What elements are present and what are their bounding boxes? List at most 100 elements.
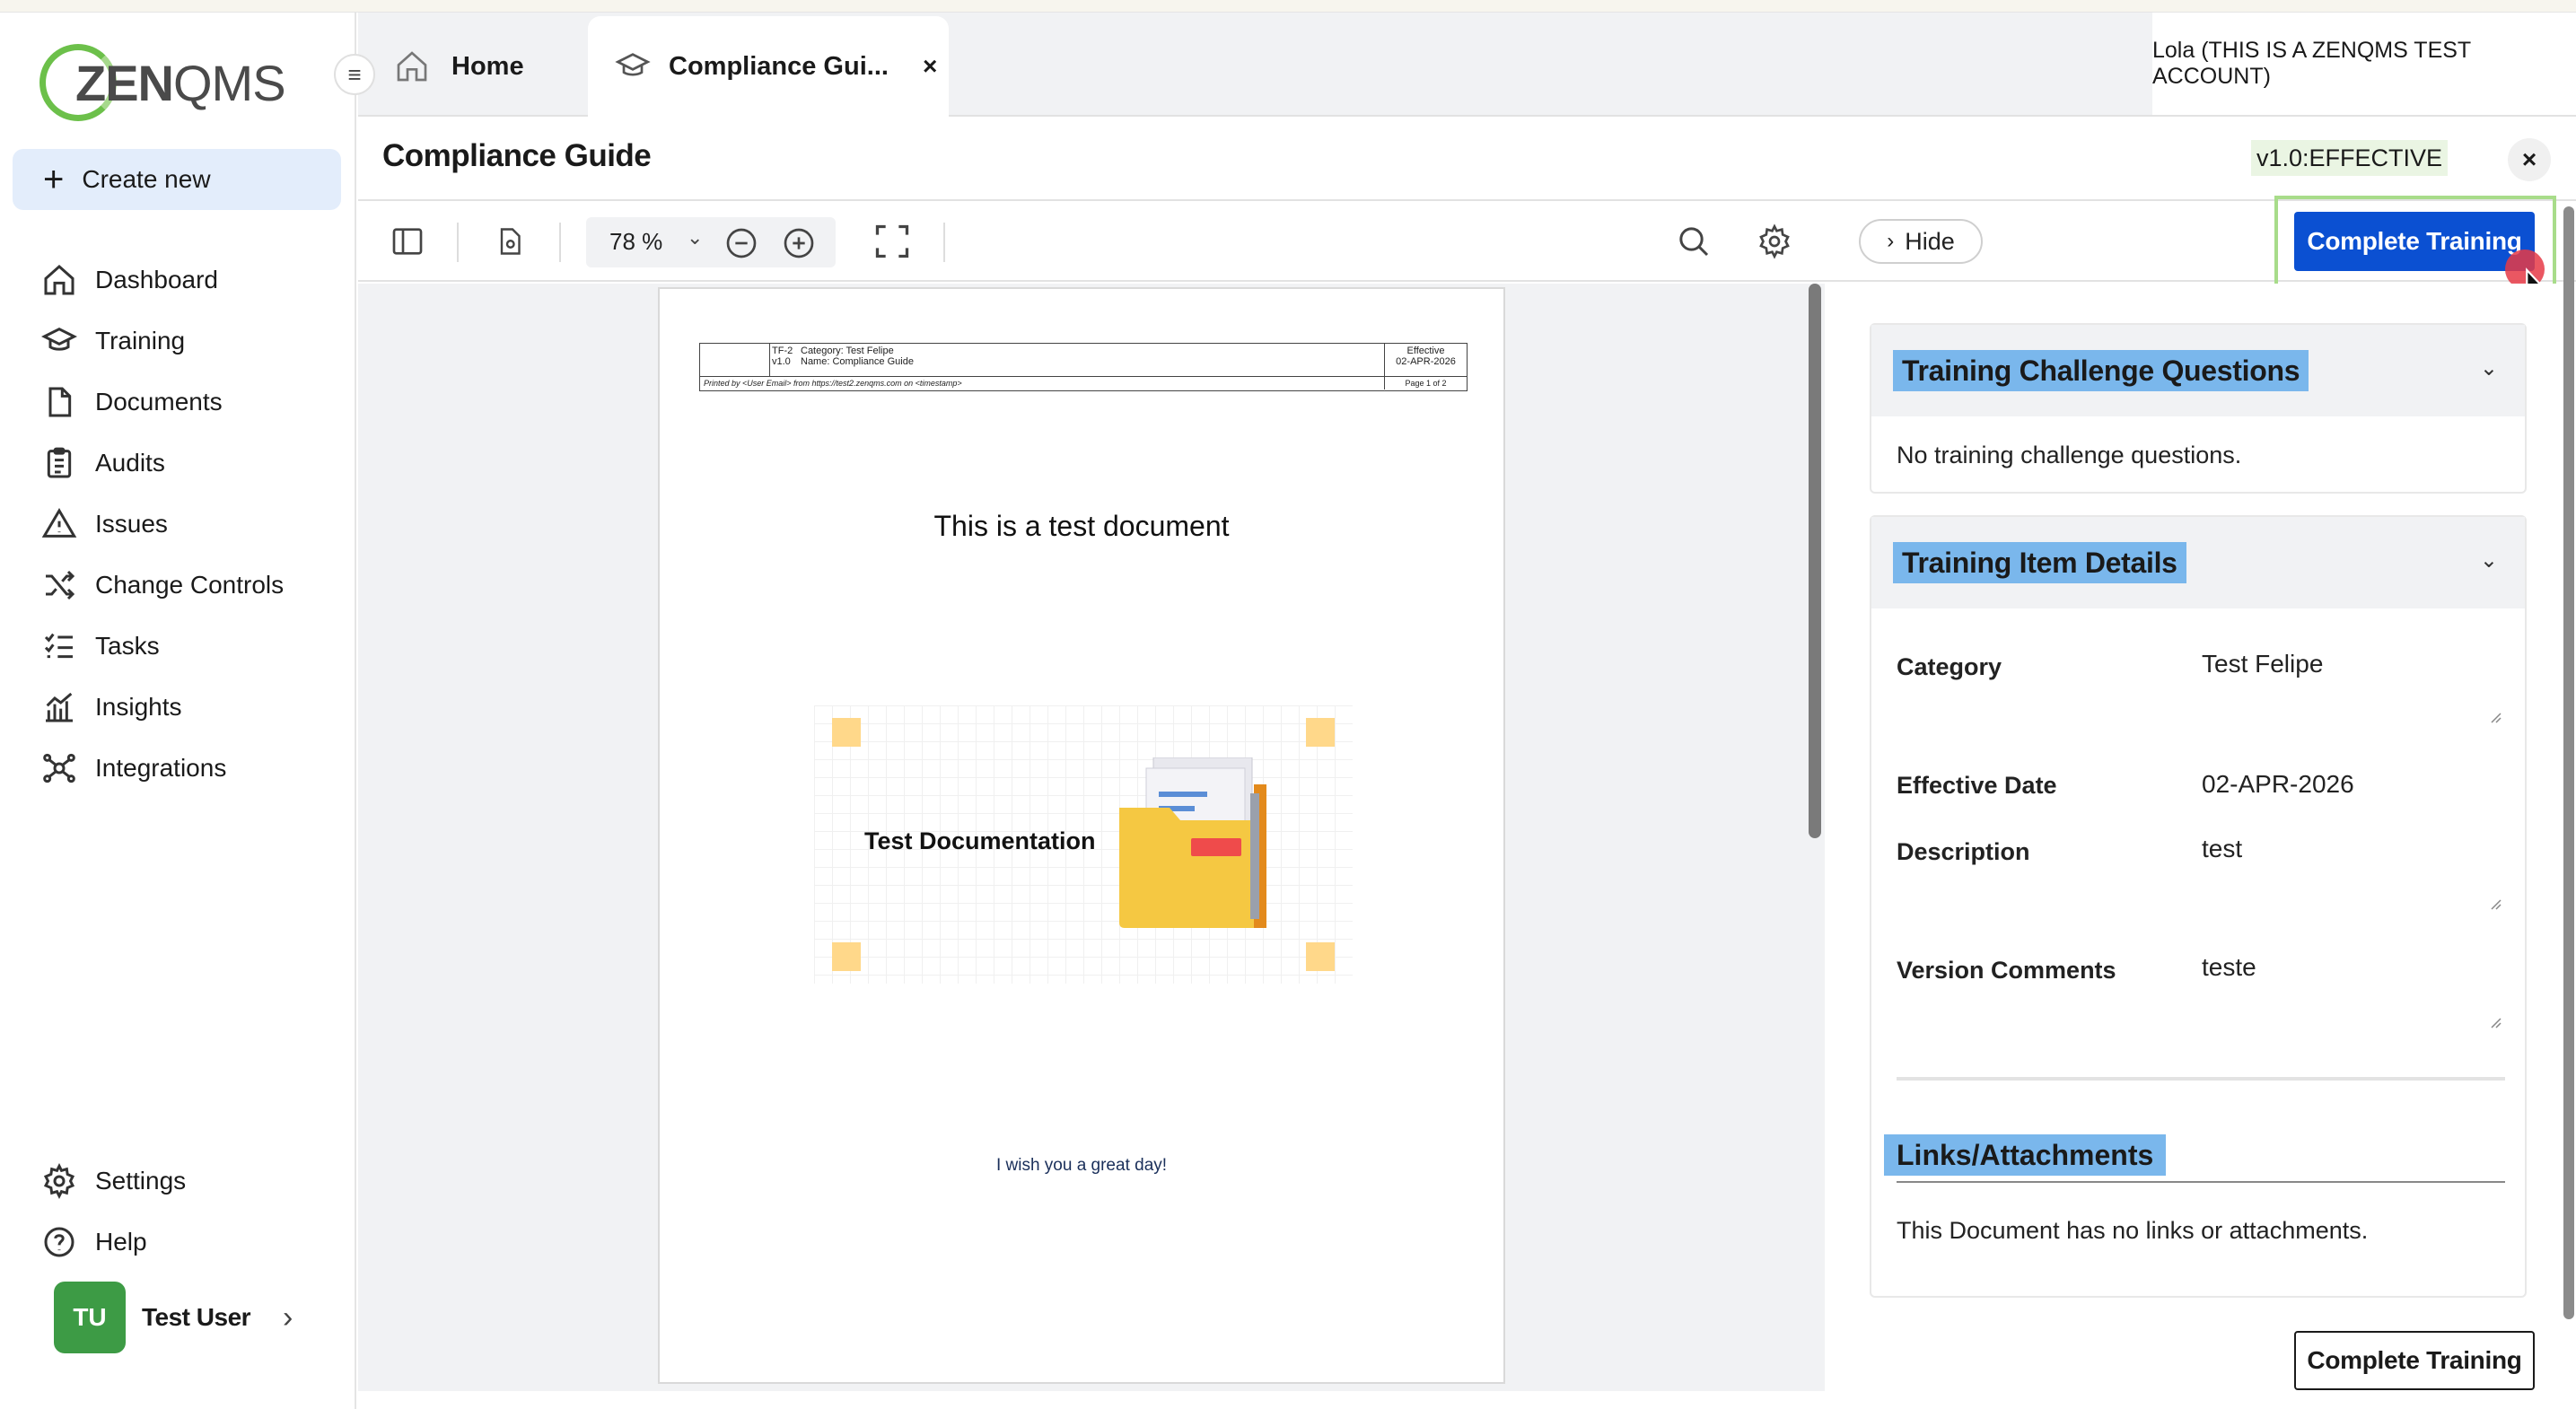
close-icon: × bbox=[2521, 145, 2537, 173]
doc-category: Category: Test Felipe bbox=[801, 346, 894, 356]
collapse-sidebar-button[interactable]: ≡ bbox=[334, 54, 375, 95]
resize-handle-icon[interactable] bbox=[2487, 1014, 2502, 1028]
search-icon[interactable] bbox=[1673, 221, 1714, 262]
corner-marker bbox=[832, 942, 861, 971]
sidebar-nav: Dashboard Training Documents Audits Issu… bbox=[0, 249, 356, 799]
tab-compliance-guide-label: Compliance Gui... bbox=[669, 51, 889, 81]
tab-bar: Home Compliance Gui... × Lola (THIS IS A… bbox=[358, 13, 2576, 117]
toolbar-separator bbox=[559, 223, 561, 262]
complete-training-bottom-button[interactable]: Complete Training bbox=[2294, 1331, 2535, 1390]
doc-effective-label: Effective bbox=[1406, 346, 1445, 356]
effective-date-label: Effective Date bbox=[1897, 772, 2057, 799]
hamburger-icon: ≡ bbox=[347, 60, 362, 88]
zenqms-logo[interactable]: ZENQMS bbox=[39, 38, 286, 127]
warning-icon bbox=[41, 508, 77, 538]
logo-text-zen: ZEN bbox=[75, 54, 174, 111]
sidebar-item-help[interactable]: Help bbox=[0, 1212, 356, 1273]
toolbar-separator bbox=[457, 223, 459, 262]
sidebar-item-settings[interactable]: Settings bbox=[0, 1151, 356, 1212]
close-document-button[interactable]: × bbox=[2508, 138, 2551, 181]
fullscreen-icon[interactable] bbox=[872, 221, 913, 262]
category-value: Test Felipe bbox=[2202, 650, 2324, 678]
sidebar-item-dashboard[interactable]: Dashboard bbox=[0, 249, 356, 311]
illustration-label: Test Documentation bbox=[864, 827, 1096, 854]
sidebar-item-issues[interactable]: Issues bbox=[0, 494, 356, 555]
training-challenge-card: Training Challenge Questions ⌄ No traini… bbox=[1870, 323, 2527, 494]
document-footer-text: I wish you a great day! bbox=[995, 1156, 1168, 1175]
training-item-details-card: Training Item Details ⌄ Category Test Fe… bbox=[1870, 515, 2527, 1298]
viewer-scrollbar[interactable] bbox=[1809, 284, 1821, 838]
window-top-strip bbox=[0, 0, 2576, 13]
training-challenge-header[interactable]: Training Challenge Questions ⌄ bbox=[1871, 325, 2525, 416]
resize-handle-icon[interactable] bbox=[2487, 709, 2502, 723]
training-item-details-title: Training Item Details bbox=[1893, 542, 2186, 583]
resize-handle-icon[interactable] bbox=[2487, 896, 2502, 910]
sidebar-item-label: Change Controls bbox=[95, 571, 285, 599]
header-printed-row: Printed by <User Email> from https://tes… bbox=[700, 376, 1467, 390]
doc-code: TF-2 bbox=[772, 346, 793, 356]
sidebar-item-documents[interactable]: Documents bbox=[0, 372, 356, 433]
version-comments-value: teste bbox=[2202, 953, 2256, 981]
chevron-right-icon: › bbox=[1887, 229, 1895, 253]
document-properties-icon[interactable] bbox=[489, 221, 530, 262]
tab-home[interactable]: Home bbox=[394, 16, 565, 117]
header-code-cell: TF-2 v1.0 bbox=[772, 346, 793, 367]
hide-label: Hide bbox=[1905, 227, 1955, 255]
links-attachments-body: This Document has no links or attachment… bbox=[1897, 1217, 2369, 1244]
sidebar-item-label: Help bbox=[95, 1228, 147, 1256]
zoom-in-icon[interactable] bbox=[778, 223, 819, 264]
links-divider bbox=[1897, 1181, 2505, 1183]
chevron-down-icon: ⌄ bbox=[687, 226, 704, 249]
chevron-down-icon[interactable]: ⌄ bbox=[2480, 547, 2498, 573]
description-value: test bbox=[2202, 835, 2243, 862]
graduation-cap-icon bbox=[41, 327, 77, 351]
create-new-label: Create new bbox=[82, 165, 211, 193]
graduation-cap-icon bbox=[615, 53, 651, 76]
version-comments-label: Version Comments bbox=[1897, 957, 2116, 984]
sidebar-item-training[interactable]: Training bbox=[0, 311, 356, 372]
chart-icon bbox=[46, 692, 73, 722]
close-tab-icon[interactable]: × bbox=[923, 52, 937, 81]
training-item-details-header[interactable]: Training Item Details ⌄ bbox=[1871, 517, 2525, 608]
header-name-cell: Category: Test Felipe Name: Compliance G… bbox=[801, 346, 914, 367]
tab-compliance-guide[interactable]: Compliance Gui... × bbox=[588, 16, 949, 117]
document-viewer[interactable]: TF-2 v1.0 Category: Test Felipe Name: Co… bbox=[358, 284, 1825, 1391]
create-new-button[interactable]: + Create new bbox=[13, 149, 341, 210]
corner-marker bbox=[1306, 942, 1335, 971]
toolbar-separator bbox=[943, 223, 945, 262]
complete-training-button[interactable]: Complete Training bbox=[2294, 212, 2535, 271]
training-side-panel: Training Challenge Questions ⌄ No traini… bbox=[1827, 284, 2576, 1409]
sidebar-item-label: Settings bbox=[95, 1167, 187, 1195]
training-challenge-title: Training Challenge Questions bbox=[1893, 350, 2309, 391]
sidebar-item-tasks[interactable]: Tasks bbox=[0, 616, 356, 677]
sidebar-item-insights[interactable]: Insights bbox=[0, 677, 356, 738]
zoom-select[interactable]: 78 % ⌄ bbox=[586, 217, 836, 267]
zoom-out-icon[interactable] bbox=[721, 223, 762, 264]
document-page: TF-2 v1.0 Category: Test Felipe Name: Co… bbox=[658, 287, 1505, 1384]
viewer-toolbar: 78 % ⌄ › Hide bbox=[358, 199, 2576, 282]
details-divider bbox=[1897, 1077, 2505, 1081]
avatar: TU bbox=[54, 1282, 126, 1353]
gear-icon[interactable] bbox=[1754, 221, 1795, 262]
panel-scrollbar[interactable] bbox=[2563, 206, 2574, 1319]
help-icon bbox=[44, 1227, 74, 1257]
sidebar-item-change-controls[interactable]: Change Controls bbox=[0, 555, 356, 616]
clipboard-icon bbox=[47, 447, 72, 478]
corner-marker bbox=[1306, 718, 1335, 747]
category-label: Category bbox=[1897, 653, 2002, 680]
gear-icon bbox=[43, 1163, 75, 1199]
hide-panel-button[interactable]: › Hide bbox=[1859, 219, 1983, 264]
page-title: Compliance Guide bbox=[382, 138, 652, 173]
sidebar-item-audits[interactable]: Audits bbox=[0, 433, 356, 494]
header-empty-cell bbox=[700, 344, 770, 376]
logo-text-qms: QMS bbox=[173, 54, 286, 111]
sidebar-item-integrations[interactable]: Integrations bbox=[0, 738, 356, 799]
user-menu[interactable]: TU Test User › bbox=[54, 1282, 293, 1353]
document-header-table: TF-2 v1.0 Category: Test Felipe Name: Co… bbox=[699, 343, 1468, 391]
shuffle-icon bbox=[46, 570, 75, 600]
tab-home-label: Home bbox=[451, 51, 524, 81]
chevron-down-icon[interactable]: ⌄ bbox=[2480, 355, 2498, 381]
sidebar-toggle-icon[interactable] bbox=[387, 221, 428, 262]
account-label[interactable]: Lola (THIS IS A ZENQMS TEST ACCOUNT) bbox=[2152, 13, 2576, 115]
sidebar-bottom-nav: Settings Help bbox=[0, 1151, 356, 1273]
